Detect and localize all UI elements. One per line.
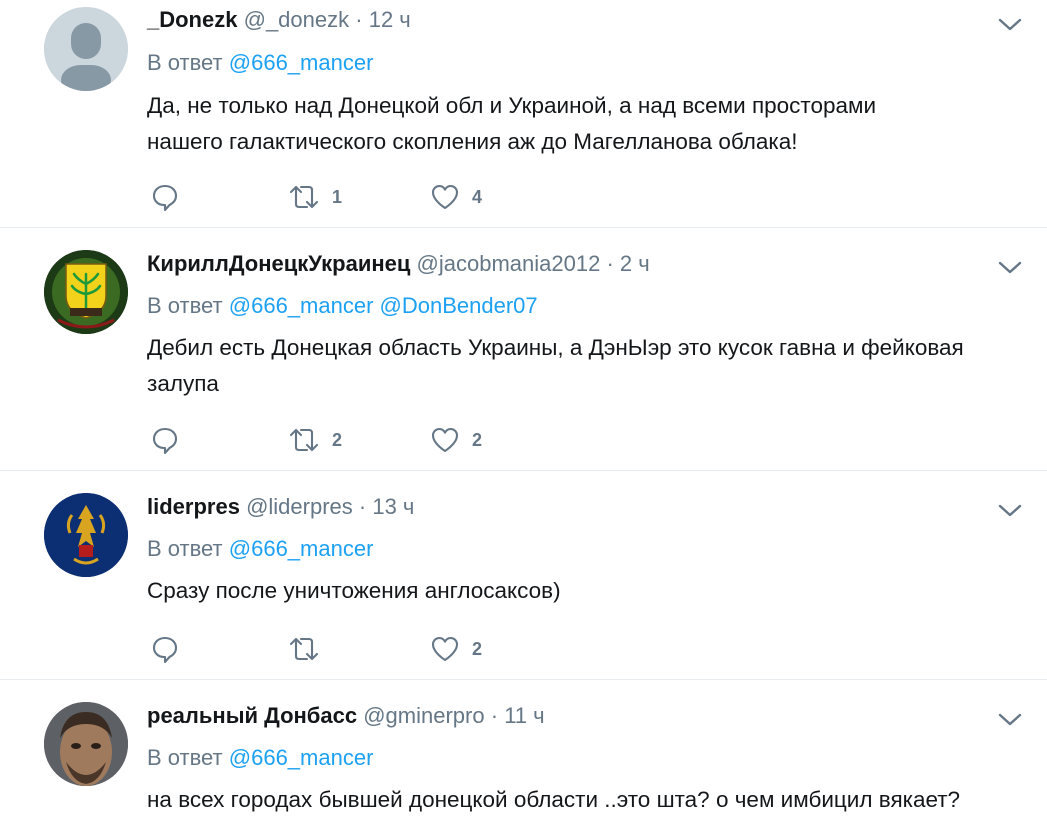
display-name[interactable]: реальный Донбасс [147,703,357,728]
like-button[interactable]: 2 [430,425,482,455]
retweet-button[interactable]: 2 [288,425,342,455]
display-name[interactable]: _Donezk [147,7,237,32]
retweet-count: 1 [332,186,343,207]
timestamp[interactable]: 13 ч [372,494,414,519]
tweet-text-line: на всех городах бывшей донецкой области … [147,787,961,812]
mention-link[interactable]: @666_mancer [229,536,374,561]
tweet-text-line: Дебил есть Донецкая область Украины, а Д… [147,335,964,360]
separator-dot: · [355,7,363,32]
separator-dot: · [606,251,614,276]
separator-dot: · [490,703,499,728]
tweet-text-line: залупа [147,371,219,396]
coat-of-arms-icon [44,250,128,334]
tweet-liderpres[interactable]: liderpres @liderpres · 13 ч В ответ @666… [0,471,1047,680]
reply-context: В ответ @666_mancer [147,535,373,563]
display-name[interactable]: liderpres [147,494,240,519]
avatar-default[interactable] [44,7,128,91]
user-handle[interactable]: @liderpres [246,494,353,519]
avatar-emblem[interactable] [44,493,128,577]
retweet-icon [289,637,319,661]
tweet-text: Да, не только над Донецкой обл и Украино… [147,88,1027,160]
tweet-header: реальный Донбасс @gminerpro · 11 ч [147,702,545,730]
retweet-count: 2 [332,429,343,450]
like-count: 2 [472,638,483,659]
tweet-text: на всех городах бывшей донецкой области … [147,782,1027,818]
display-name[interactable]: КириллДонецкУкраинец [147,251,410,276]
retweet-icon [289,185,319,209]
tweet-gminerpro[interactable]: реальный Донбасс @gminerpro · 11 ч В отв… [0,680,1047,835]
tweet-actions: 2 [150,634,550,664]
reply-prefix: В ответ [147,745,223,770]
heart-icon [431,636,459,662]
reply-icon [152,636,178,664]
chevron-down-icon[interactable] [995,495,1025,525]
mention-link[interactable]: @666_mancer [229,50,374,75]
tweet-text: Дебил есть Донецкая область Украины, а Д… [147,330,1027,402]
default-profile-icon [44,7,128,91]
tweet-text-line: Сразу после уничтожения англосаксов) [147,578,561,603]
user-handle[interactable]: @_donezk [244,7,350,32]
reply-button[interactable] [150,634,180,664]
chevron-down-icon[interactable] [995,704,1025,734]
user-photo-icon [44,702,128,786]
chevron-down-icon[interactable] [995,252,1025,282]
mention-link[interactable]: @666_mancer [229,745,374,770]
reply-context: В ответ @666_mancer [147,49,373,77]
like-count: 4 [472,186,483,207]
tweet-header: _Donezk @_donezk · 12 ч [147,6,411,34]
like-count: 2 [472,429,483,450]
timestamp[interactable]: 2 ч [620,251,650,276]
reply-context: В ответ @666_mancer @DonBender07 [147,292,538,320]
tweet-text-line: Да, не только над Донецкой обл и Украино… [147,93,877,118]
tweet-header: liderpres @liderpres · 13 ч [147,493,414,521]
retweet-button[interactable] [288,634,332,664]
like-button[interactable]: 2 [430,634,482,664]
user-handle[interactable]: @jacobmania2012 [417,251,601,276]
reply-button[interactable] [150,182,180,212]
avatar-photo[interactable] [44,702,128,786]
reply-icon [152,427,178,455]
tweet-header: КириллДонецкУкраинец @jacobmania2012 · 2… [147,250,650,278]
reply-prefix: В ответ [147,293,223,318]
mention-link[interactable]: @666_mancer [229,293,374,318]
retweet-icon [289,428,319,452]
mention-link[interactable]: @DonBender07 [380,293,538,318]
reply-context: В ответ @666_mancer [147,744,373,772]
reply-button[interactable] [150,425,180,455]
reply-prefix: В ответ [147,50,223,75]
reply-icon [152,184,178,212]
tweet-actions: 2 2 [150,425,550,455]
tweet-jacobmania[interactable]: КириллДонецкУкраинец @jacobmania2012 · 2… [0,228,1047,471]
separator-dot: · [358,494,367,519]
double-headed-eagle-icon [44,493,128,577]
heart-icon [431,427,459,453]
timestamp[interactable]: 12 ч [369,7,411,32]
chevron-down-icon[interactable] [995,9,1025,39]
retweet-button[interactable]: 1 [288,182,342,212]
timestamp[interactable]: 11 ч [504,703,544,728]
reply-prefix: В ответ [147,536,223,561]
tweet-text-line: нашего галактического скопления аж до Ма… [147,129,798,154]
user-handle[interactable]: @gminerpro [363,703,484,728]
like-button[interactable]: 4 [430,182,482,212]
tweet-donezk[interactable]: _Donezk @_donezk · 12 ч В ответ @666_man… [0,0,1047,228]
tweet-text: Сразу после уничтожения англосаксов) [147,573,1027,609]
heart-icon [431,184,459,210]
tweet-actions: 1 4 [150,182,550,212]
avatar-coat-of-arms[interactable] [44,250,128,334]
